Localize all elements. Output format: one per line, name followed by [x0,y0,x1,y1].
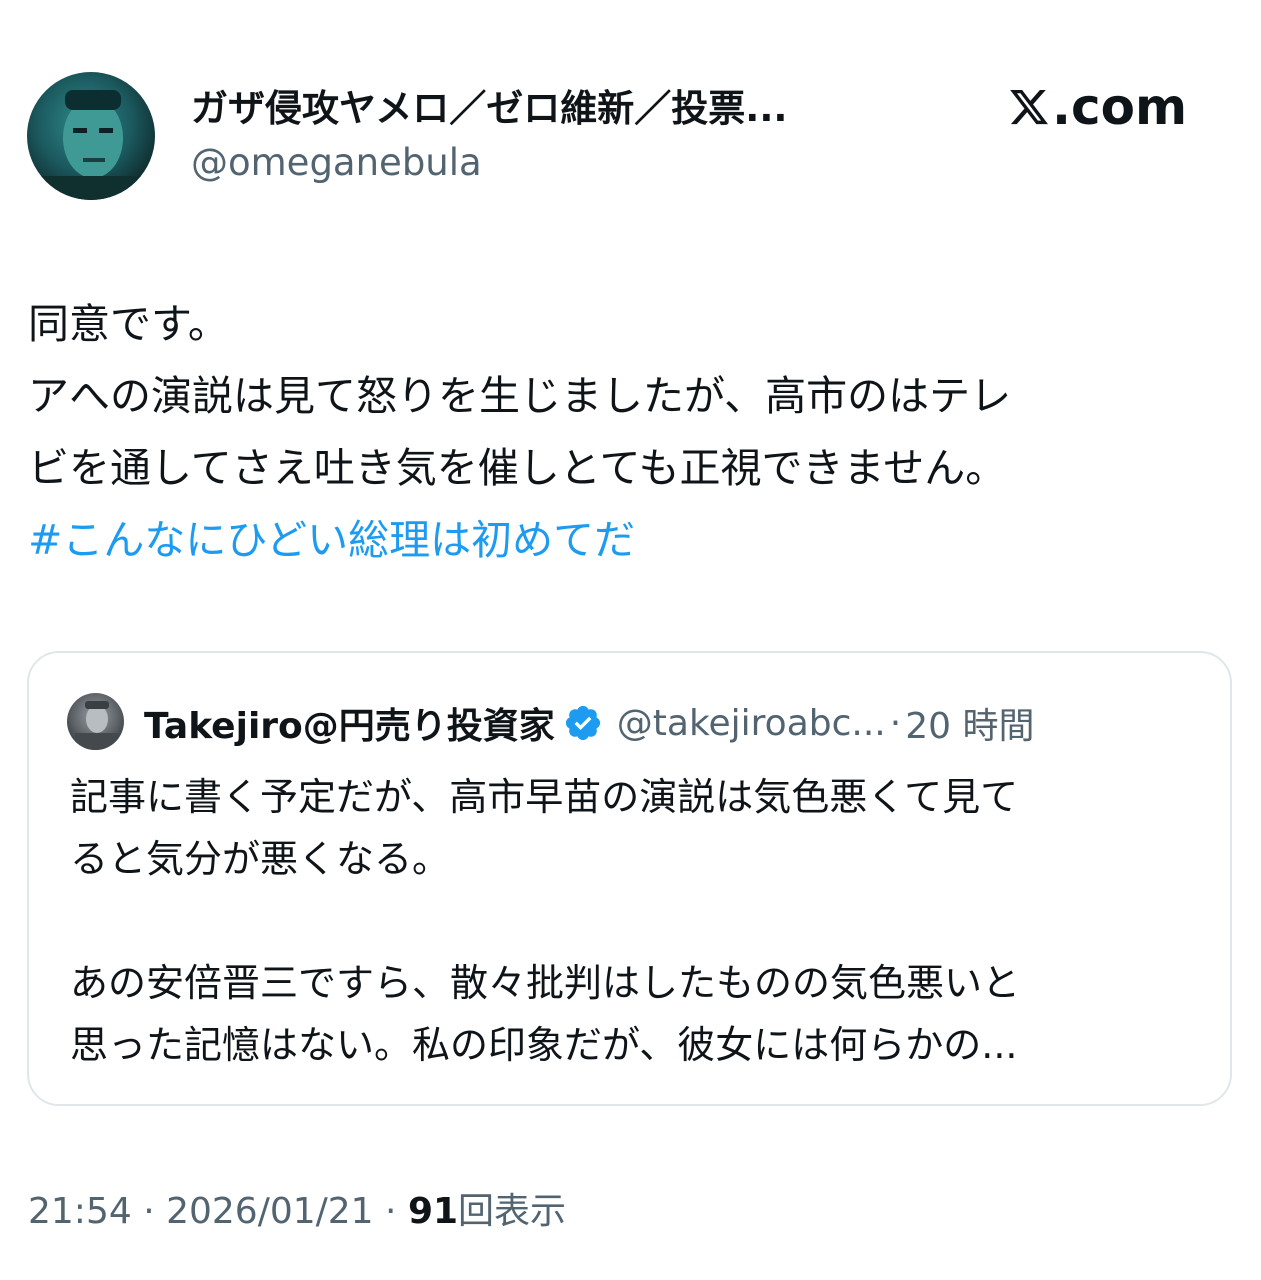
tweet-line: ビを通してさえ吐き気を催しとても正視できません。 [28,444,1007,492]
quoted-tweet-header: Takejiro@円売り投資家 @takejiroabc... · 20 時間 [144,697,1034,749]
meta-separator: · [373,1191,408,1232]
tweet-meta: 21:54 · 2026/01/21 · 91回表示 [28,1182,566,1234]
quoted-author-avatar [67,693,124,750]
author-avatar[interactable] [27,72,155,200]
x-logo-icon [1010,89,1048,125]
tweet-line: アへの演説は見て怒りを生じましたが、高市のはテレ [28,372,1012,420]
view-count-label: 回表示 [458,1191,567,1232]
quote-line: 記事に書く予定だが、高市早苗の演説は気色悪くて見て [70,775,1019,819]
tweet-text: 同意です。 アへの演説は見て怒りを生じましたが、高市のはテレ ビを通してさえ吐き… [28,288,1233,576]
hashtag-link[interactable]: #こんなにひどい総理は初めてだ [28,504,1233,576]
separator-dot: · [889,702,902,744]
x-brand: .com [1008,78,1187,136]
author-display-name[interactable]: ガザ侵攻ヤメロ／ゼロ維新／投票... [191,78,787,132]
quoted-tweet-text: 記事に書く予定だが、高市早苗の演説は気色悪くて見て ると気分が悪くなる。 あの安… [70,766,1190,1076]
meta-separator: · [131,1191,167,1232]
profile-photo [75,701,119,750]
quote-line: ると気分が悪くなる。 [70,837,451,881]
author-handle[interactable]: @omeganebula [191,141,482,184]
profile-photo [27,90,155,200]
quoted-tweet-time[interactable]: 20 時間 [905,697,1034,749]
quote-line: 思った記憶はない。私の印象だが、彼女には何らかの... [70,1023,1018,1067]
tweet-time[interactable]: 21:54 [28,1191,132,1232]
quoted-author-handle[interactable]: @takejiroabc... [617,703,886,744]
quote-line: あの安倍晋三ですら、散々批判はしたものの気色悪いと [70,961,1021,1005]
quoted-author-name[interactable]: Takejiro@円売り投資家 [144,697,555,749]
view-count: 91 [407,1191,459,1232]
tweet-line: 同意です。 [28,300,229,348]
x-logo-text: .com [1052,78,1188,136]
verified-badge-icon [565,705,600,741]
tweet-date[interactable]: 2026/01/21 [166,1191,374,1232]
